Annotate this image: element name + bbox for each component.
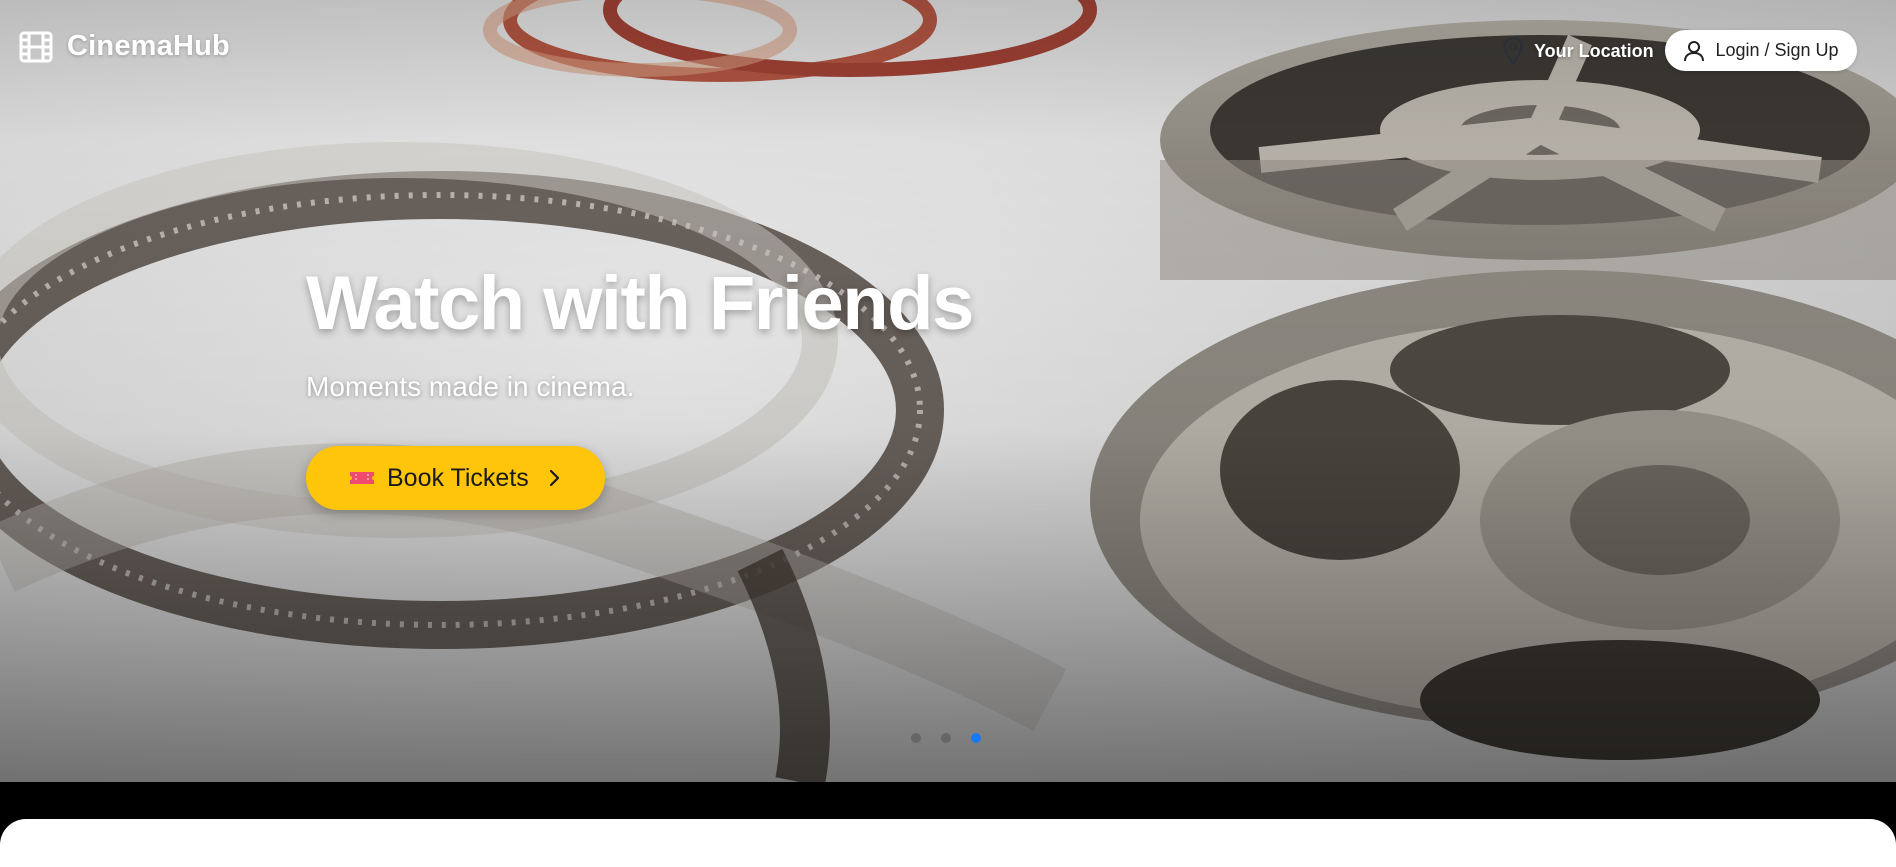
carousel-dot-3[interactable] — [971, 733, 981, 743]
carousel-indicators — [911, 733, 981, 743]
carousel-dot-2[interactable] — [941, 733, 951, 743]
hero-overlay — [0, 0, 1896, 782]
ticket-icon — [350, 472, 374, 484]
carousel-dot-1[interactable] — [911, 733, 921, 743]
hero-headline: Watch with Friends — [306, 261, 974, 346]
book-tickets-button[interactable]: Book Tickets — [306, 446, 605, 510]
login-label: Login / Sign Up — [1715, 40, 1839, 60]
brand-name: CinemaHub — [67, 30, 230, 62]
map-pin-icon — [1503, 36, 1523, 65]
location-label: Your Location — [1534, 40, 1654, 61]
user-icon — [1684, 40, 1705, 61]
brand-logo[interactable]: CinemaHub — [19, 30, 230, 63]
hero-banner: CinemaHub Your Location Login / Sign Up … — [0, 0, 1896, 782]
location-selector[interactable]: Your Location — [1502, 36, 1654, 66]
hero-subtitle: Moments made in cinema. — [306, 371, 635, 402]
top-navigation: CinemaHub Your Location Login / Sign Up — [0, 0, 1896, 100]
content-panel — [0, 819, 1896, 867]
film-icon — [19, 31, 53, 62]
login-signup-button[interactable]: Login / Sign Up — [1665, 30, 1857, 71]
book-tickets-label: Book Tickets — [387, 463, 529, 492]
chevron-right-icon — [549, 469, 559, 487]
